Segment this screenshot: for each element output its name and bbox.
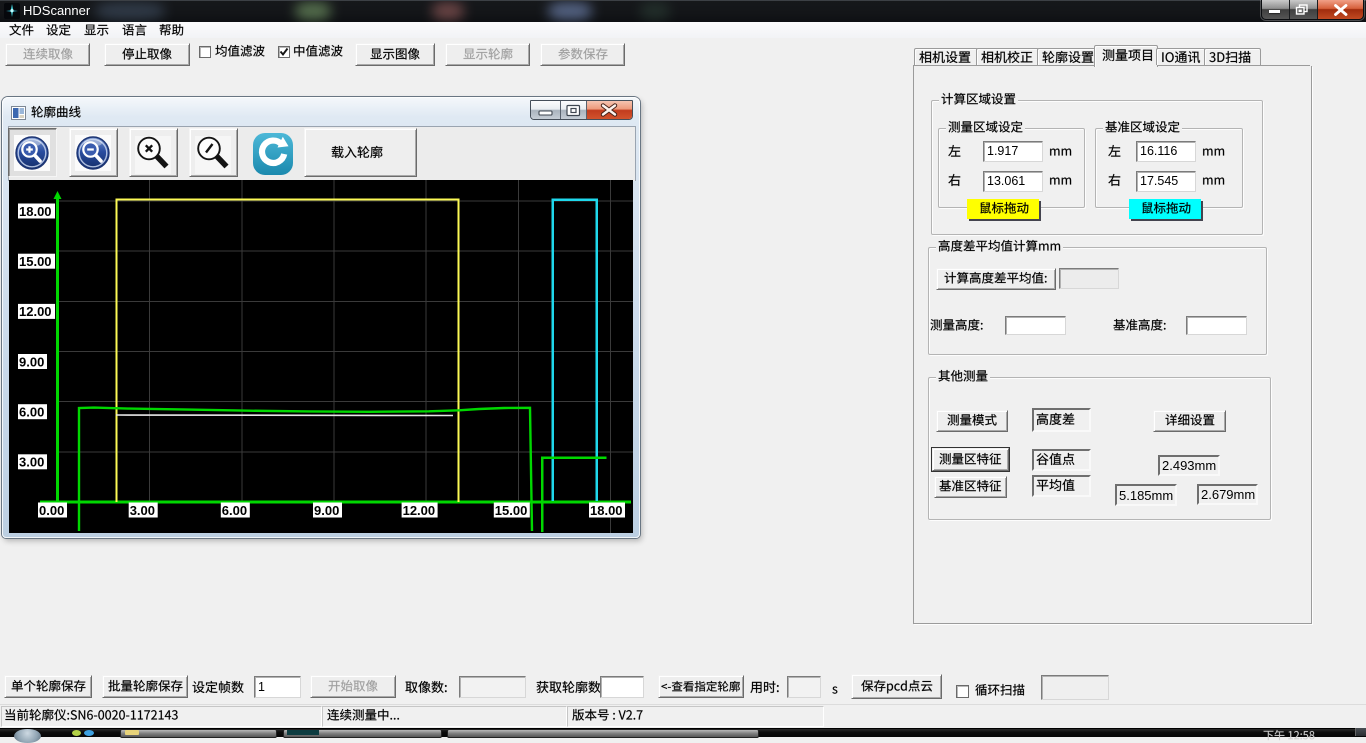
svg-text:6.00: 6.00	[19, 405, 44, 420]
svg-text:3.00: 3.00	[19, 455, 44, 470]
svg-text:9.00: 9.00	[19, 354, 44, 369]
svg-text:15.00: 15.00	[495, 503, 528, 518]
svg-text:3.00: 3.00	[130, 503, 155, 518]
svg-text:15.00: 15.00	[19, 254, 52, 269]
svg-text:18.00: 18.00	[590, 503, 623, 518]
svg-text:12.00: 12.00	[403, 503, 436, 518]
svg-text:6.00: 6.00	[222, 503, 247, 518]
svg-text:9.00: 9.00	[314, 503, 339, 518]
svg-text:12.00: 12.00	[19, 304, 52, 319]
svg-text:18.00: 18.00	[19, 204, 52, 219]
svg-text:0.00: 0.00	[39, 503, 64, 518]
